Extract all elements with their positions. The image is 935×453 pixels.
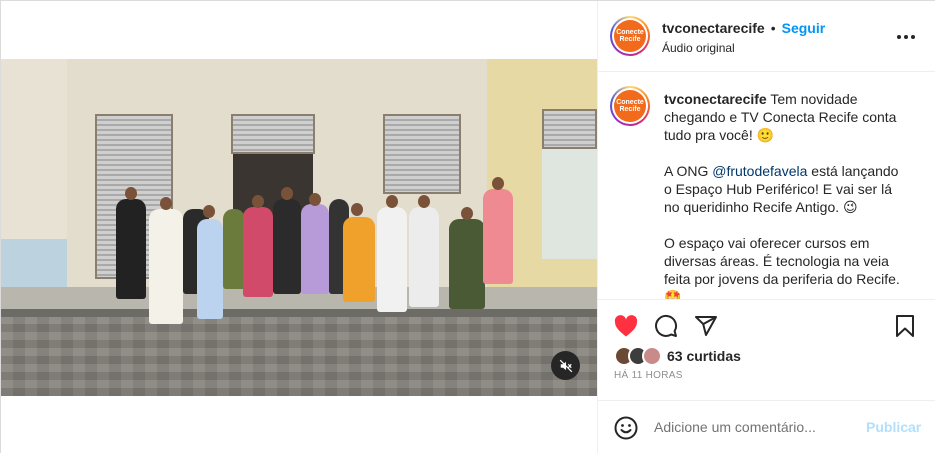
publish-button[interactable]: Publicar xyxy=(866,419,921,435)
caption-avatar-logo: Conecte Recife xyxy=(614,90,646,122)
follow-button[interactable]: Seguir xyxy=(782,20,826,36)
avatar[interactable]: Conecte Recife xyxy=(610,16,650,56)
avatar-logo: Conecte Recife xyxy=(614,20,646,52)
post-side-panel: Conecte Recife tvconectarecife • Seguir … xyxy=(597,1,935,453)
paper-plane-icon xyxy=(695,316,717,336)
share-button[interactable] xyxy=(693,313,719,339)
post-video[interactable] xyxy=(1,59,597,396)
caption-para3: O espaço vai oferecer cursos em diversas… xyxy=(664,235,900,300)
post-header: Conecte Recife tvconectarecife • Seguir … xyxy=(598,1,935,72)
caption-avatar[interactable]: Conecte Recife xyxy=(610,86,650,126)
like-button[interactable] xyxy=(613,313,639,339)
comment-bar: Publicar xyxy=(598,400,935,453)
caption-para2-before: A ONG xyxy=(664,163,713,179)
speaker-muted-icon xyxy=(559,359,572,372)
bookmark-icon xyxy=(896,315,914,337)
comment-button[interactable] xyxy=(653,313,679,339)
audio-label[interactable]: Áudio original xyxy=(662,41,735,55)
comment-icon xyxy=(655,314,678,337)
caption-username[interactable]: tvconectarecife xyxy=(664,91,767,107)
separator-dot: • xyxy=(770,20,776,36)
liker-avatars[interactable] xyxy=(614,346,668,366)
post-timestamp[interactable]: HÁ 11 HORAS xyxy=(614,370,683,381)
mention-link[interactable]: @frutodefavela xyxy=(712,163,807,179)
liker-avatar xyxy=(642,346,662,366)
emoji-button[interactable] xyxy=(613,415,639,441)
post-modal: Conecte Recife tvconectarecife • Seguir … xyxy=(0,0,935,453)
action-bar: 63 curtidas HÁ 11 HORAS xyxy=(598,300,935,410)
comment-input[interactable] xyxy=(654,416,854,438)
save-button[interactable] xyxy=(892,313,918,339)
more-options-button[interactable] xyxy=(894,25,918,49)
likes-count[interactable]: 63 curtidas xyxy=(667,348,741,364)
header-username[interactable]: tvconectarecife xyxy=(662,20,765,36)
caption-section: Conecte Recife tvconectarecife Tem novid… xyxy=(598,72,935,300)
caption-text: tvconectarecife Tem novidade chegando e … xyxy=(664,90,904,300)
media-area xyxy=(1,1,597,453)
smiley-icon xyxy=(614,416,638,440)
heart-filled-icon xyxy=(614,315,638,337)
mute-toggle-button[interactable] xyxy=(551,351,580,380)
more-horizontal-icon xyxy=(897,35,915,39)
